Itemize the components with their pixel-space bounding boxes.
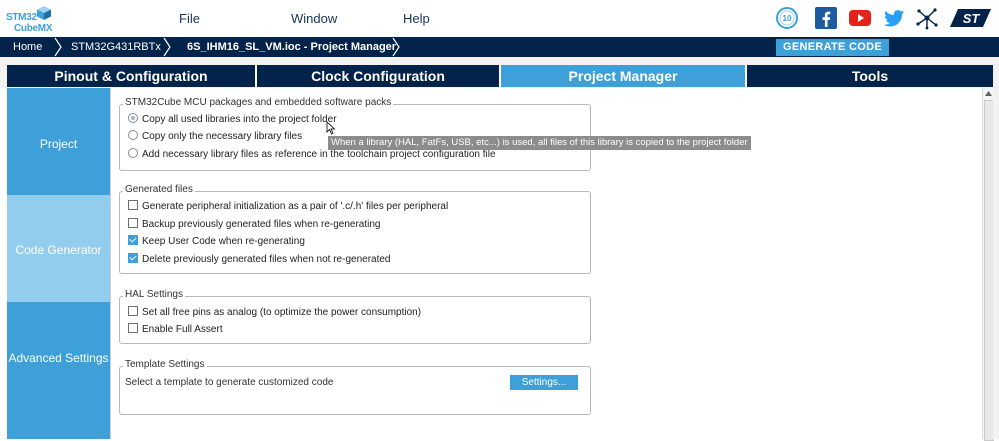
tab-strip: Pinout & Configuration Clock Configurati… bbox=[7, 65, 993, 87]
sidebar-item-code-generator[interactable]: Code Generator bbox=[7, 195, 110, 302]
right-edge bbox=[993, 88, 999, 439]
hal-settings-group: HAL Settings Set all free pins as analog… bbox=[119, 289, 591, 344]
generated-files-group-title: Generated files bbox=[123, 184, 195, 195]
network-icon[interactable] bbox=[915, 6, 939, 30]
checkbox[interactable] bbox=[128, 306, 138, 317]
chevron-right-icon bbox=[163, 37, 171, 57]
stm32cubemx-logo: STM32 CubeMX bbox=[6, 3, 56, 35]
logo-line2: CubeMX bbox=[14, 23, 53, 34]
hal-settings-group-title: HAL Settings bbox=[123, 289, 185, 300]
cube-icon bbox=[37, 6, 51, 20]
tab-clock-configuration[interactable]: Clock Configuration bbox=[257, 65, 499, 87]
checkbox-checked[interactable] bbox=[128, 253, 138, 264]
radio-copy-all-libraries[interactable]: Copy all used libraries into the project… bbox=[128, 113, 337, 127]
checkbox[interactable] bbox=[128, 218, 138, 229]
checkbox-free-pins-analog[interactable]: Set all free pins as analog (to optimize… bbox=[128, 306, 421, 320]
main-tab-bar: Pinout & Configuration Clock Configurati… bbox=[0, 57, 999, 88]
checkbox-pair-c-h-files[interactable]: Generate peripheral initialization as a … bbox=[128, 200, 448, 214]
checkbox-backup-files[interactable]: Backup previously generated files when r… bbox=[128, 218, 380, 232]
tab-tools[interactable]: Tools bbox=[747, 65, 993, 87]
sidebar-item-project[interactable]: Project bbox=[7, 88, 110, 195]
menu-help[interactable]: Help bbox=[403, 11, 430, 26]
checkbox-checked[interactable] bbox=[128, 235, 138, 246]
generated-files-group: Generated files Generate peripheral init… bbox=[119, 184, 591, 274]
template-settings-button[interactable]: Settings... bbox=[510, 375, 578, 390]
chevron-right-icon bbox=[54, 37, 62, 57]
checkbox[interactable] bbox=[128, 323, 138, 334]
radio-button[interactable] bbox=[128, 148, 138, 159]
tab-pinout-configuration[interactable]: Pinout & Configuration bbox=[7, 65, 255, 87]
radio-button-selected[interactable] bbox=[128, 113, 138, 124]
packages-group-title: STM32Cube MCU packages and embedded soft… bbox=[123, 97, 394, 108]
radio-add-as-reference[interactable]: Add necessary library files as reference… bbox=[128, 148, 496, 162]
menu-window[interactable]: Window bbox=[291, 11, 337, 26]
sidebar-item-advanced-settings[interactable]: Advanced Settings bbox=[7, 302, 110, 409]
template-description: Select a template to generate customized… bbox=[125, 377, 334, 388]
youtube-icon[interactable] bbox=[848, 6, 872, 30]
side-nav: Project Code Generator Advanced Settings bbox=[7, 88, 110, 439]
template-settings-group-title: Template Settings bbox=[123, 359, 207, 370]
checkbox-delete-previous-files[interactable]: Delete previously generated files when n… bbox=[128, 253, 391, 267]
facebook-icon[interactable] bbox=[814, 6, 838, 30]
breadcrumb-project[interactable]: 6S_IHM16_SL_VM.ioc - Project Manager bbox=[187, 37, 396, 57]
chevron-right-icon bbox=[392, 37, 400, 57]
checkbox-full-assert[interactable]: Enable Full Assert bbox=[128, 323, 223, 337]
generate-code-button[interactable]: GENERATE CODE bbox=[776, 39, 889, 56]
checkbox[interactable] bbox=[128, 200, 138, 211]
top-bar: STM32 CubeMX File Window Help 10 ST bbox=[0, 0, 999, 37]
mouse-cursor-icon bbox=[326, 121, 336, 135]
twitter-icon[interactable] bbox=[882, 6, 906, 30]
breadcrumb-device[interactable]: STM32G431RBTx bbox=[71, 37, 161, 57]
template-settings-group: Template Settings Select a template to g… bbox=[119, 359, 591, 415]
tooltip: When a library (HAL, FatFs, USB, etc...)… bbox=[328, 136, 751, 150]
st-logo-icon[interactable]: ST bbox=[950, 6, 992, 30]
radio-button[interactable] bbox=[128, 130, 138, 141]
logo-line1: STM32 bbox=[6, 12, 37, 23]
breadcrumb-home[interactable]: Home bbox=[13, 37, 42, 57]
checkbox-keep-user-code[interactable]: Keep User Code when re-generating bbox=[128, 235, 305, 249]
anniversary-10-icon[interactable]: 10 bbox=[775, 6, 799, 30]
tab-project-manager[interactable]: Project Manager bbox=[501, 65, 745, 87]
svg-text:ST: ST bbox=[963, 11, 981, 26]
anniversary-badge-text: 10 bbox=[783, 14, 792, 23]
radio-copy-necessary-files[interactable]: Copy only the necessary library files bbox=[128, 130, 302, 144]
menu-file[interactable]: File bbox=[179, 11, 200, 26]
sidebar-item-more[interactable] bbox=[7, 409, 110, 439]
